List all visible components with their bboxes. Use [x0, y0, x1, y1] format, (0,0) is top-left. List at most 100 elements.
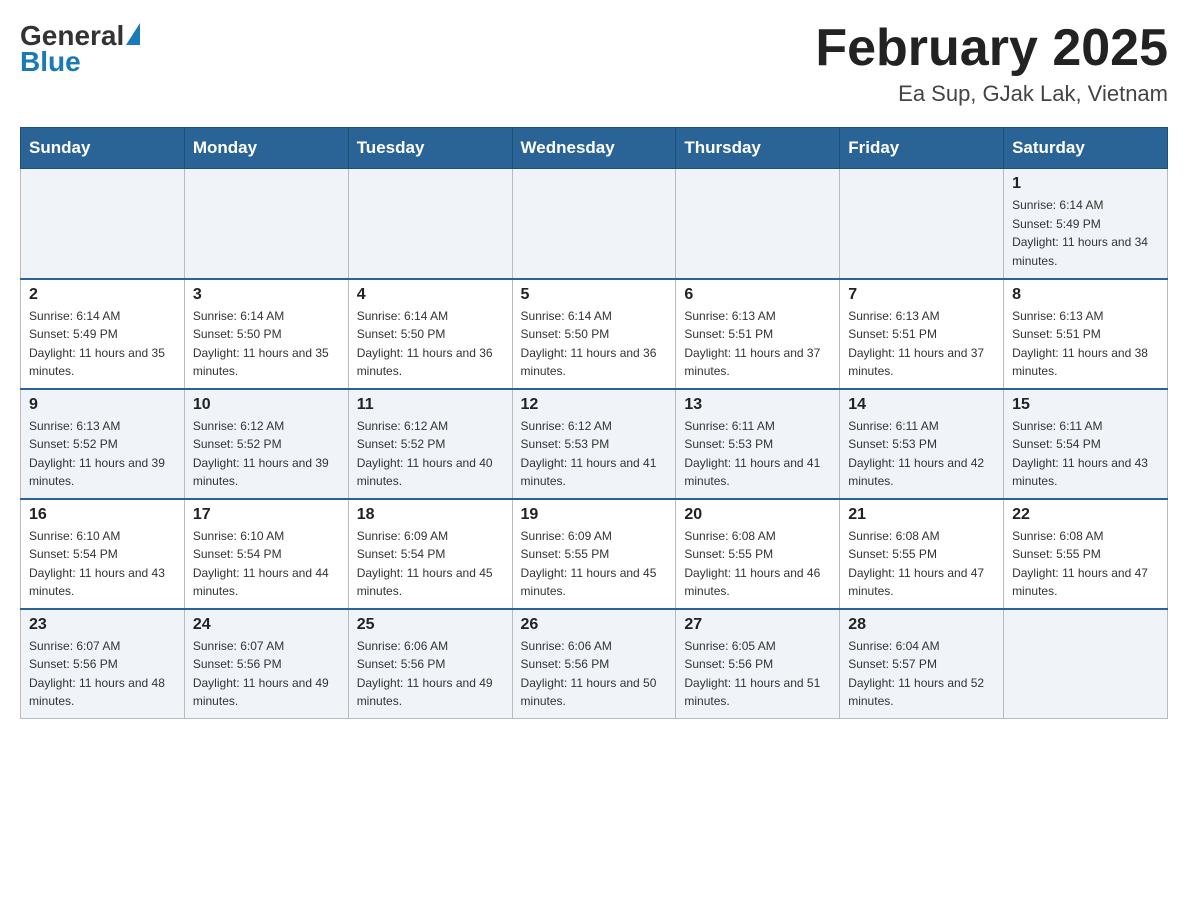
day-number: 28	[848, 616, 995, 634]
day-number: 14	[848, 396, 995, 414]
table-row	[348, 169, 512, 279]
day-number: 10	[193, 396, 340, 414]
day-info: Sunrise: 6:11 AM Sunset: 5:53 PM Dayligh…	[684, 417, 831, 491]
table-row	[184, 169, 348, 279]
header-saturday: Saturday	[1004, 128, 1168, 169]
day-info: Sunrise: 6:08 AM Sunset: 5:55 PM Dayligh…	[684, 527, 831, 601]
day-info: Sunrise: 6:14 AM Sunset: 5:49 PM Dayligh…	[1012, 196, 1159, 270]
table-row: 20 Sunrise: 6:08 AM Sunset: 5:55 PM Dayli…	[676, 499, 840, 609]
day-number: 4	[357, 286, 504, 304]
page-header: General Blue February 2025 Ea Sup, GJak …	[20, 20, 1168, 107]
day-number: 26	[521, 616, 668, 634]
day-info: Sunrise: 6:07 AM Sunset: 5:56 PM Dayligh…	[193, 637, 340, 711]
table-row	[21, 169, 185, 279]
day-number: 23	[29, 616, 176, 634]
table-row: 24Sunrise: 6:07 AM Sunset: 5:56 PM Dayli…	[184, 609, 348, 719]
table-row: 17 Sunrise: 6:10 AM Sunset: 5:54 PM Dayli…	[184, 499, 348, 609]
day-number: 18	[357, 506, 504, 524]
table-row: 18 Sunrise: 6:09 AM Sunset: 5:54 PM Dayli…	[348, 499, 512, 609]
calendar-table: Sunday Monday Tuesday Wednesday Thursday…	[20, 127, 1168, 719]
header-monday: Monday	[184, 128, 348, 169]
day-info: Sunrise: 6:06 AM Sunset: 5:56 PM Dayligh…	[357, 637, 504, 711]
day-info: Sunrise: 6:06 AM Sunset: 5:56 PM Dayligh…	[521, 637, 668, 711]
table-row: 16 Sunrise: 6:10 AM Sunset: 5:54 PM Dayli…	[21, 499, 185, 609]
day-info: Sunrise: 6:14 AM Sunset: 5:50 PM Dayligh…	[357, 307, 504, 381]
day-info: Sunrise: 6:13 AM Sunset: 5:51 PM Dayligh…	[848, 307, 995, 381]
day-number: 8	[1012, 286, 1159, 304]
table-row: 26 Sunrise: 6:06 AM Sunset: 5:56 PM Dayli…	[512, 609, 676, 719]
calendar-week-row: 2 Sunrise: 6:14 AM Sunset: 5:49 PM Daylig…	[21, 279, 1168, 389]
day-info: Sunrise: 6:13 AM Sunset: 5:51 PM Dayligh…	[684, 307, 831, 381]
table-row: 13 Sunrise: 6:11 AM Sunset: 5:53 PM Dayli…	[676, 389, 840, 499]
day-number: 6	[684, 286, 831, 304]
day-info: Sunrise: 6:12 AM Sunset: 5:52 PM Dayligh…	[193, 417, 340, 491]
table-row: 25Sunrise: 6:06 AM Sunset: 5:56 PM Dayli…	[348, 609, 512, 719]
calendar-week-row: 16 Sunrise: 6:10 AM Sunset: 5:54 PM Dayli…	[21, 499, 1168, 609]
day-number: 22	[1012, 506, 1159, 524]
table-row: 12Sunrise: 6:12 AM Sunset: 5:53 PM Dayli…	[512, 389, 676, 499]
day-info: Sunrise: 6:04 AM Sunset: 5:57 PM Dayligh…	[848, 637, 995, 711]
day-number: 27	[684, 616, 831, 634]
table-row: 9 Sunrise: 6:13 AM Sunset: 5:52 PM Daylig…	[21, 389, 185, 499]
logo: General Blue	[20, 20, 140, 78]
day-number: 19	[521, 506, 668, 524]
calendar-header-row: Sunday Monday Tuesday Wednesday Thursday…	[21, 128, 1168, 169]
day-number: 17	[193, 506, 340, 524]
day-info: Sunrise: 6:07 AM Sunset: 5:56 PM Dayligh…	[29, 637, 176, 711]
day-number: 21	[848, 506, 995, 524]
day-info: Sunrise: 6:13 AM Sunset: 5:51 PM Dayligh…	[1012, 307, 1159, 381]
day-number: 7	[848, 286, 995, 304]
day-number: 9	[29, 396, 176, 414]
calendar-week-row: 23 Sunrise: 6:07 AM Sunset: 5:56 PM Dayli…	[21, 609, 1168, 719]
day-info: Sunrise: 6:08 AM Sunset: 5:55 PM Dayligh…	[1012, 527, 1159, 601]
table-row: 22 Sunrise: 6:08 AM Sunset: 5:55 PM Dayli…	[1004, 499, 1168, 609]
table-row: 6 Sunrise: 6:13 AM Sunset: 5:51 PM Daylig…	[676, 279, 840, 389]
header-friday: Friday	[840, 128, 1004, 169]
table-row: 23 Sunrise: 6:07 AM Sunset: 5:56 PM Dayli…	[21, 609, 185, 719]
day-info: Sunrise: 6:09 AM Sunset: 5:55 PM Dayligh…	[521, 527, 668, 601]
day-number: 12	[521, 396, 668, 414]
day-info: Sunrise: 6:11 AM Sunset: 5:54 PM Dayligh…	[1012, 417, 1159, 491]
header-wednesday: Wednesday	[512, 128, 676, 169]
day-number: 16	[29, 506, 176, 524]
table-row: 8 Sunrise: 6:13 AM Sunset: 5:51 PM Daylig…	[1004, 279, 1168, 389]
table-row: 3 Sunrise: 6:14 AM Sunset: 5:50 PM Daylig…	[184, 279, 348, 389]
day-info: Sunrise: 6:13 AM Sunset: 5:52 PM Dayligh…	[29, 417, 176, 491]
day-number: 13	[684, 396, 831, 414]
day-info: Sunrise: 6:11 AM Sunset: 5:53 PM Dayligh…	[848, 417, 995, 491]
logo-triangle-icon	[126, 23, 140, 45]
table-row: 19 Sunrise: 6:09 AM Sunset: 5:55 PM Dayli…	[512, 499, 676, 609]
header-sunday: Sunday	[21, 128, 185, 169]
day-number: 5	[521, 286, 668, 304]
table-row	[1004, 609, 1168, 719]
table-row: 4 Sunrise: 6:14 AM Sunset: 5:50 PM Daylig…	[348, 279, 512, 389]
day-info: Sunrise: 6:12 AM Sunset: 5:52 PM Dayligh…	[357, 417, 504, 491]
header-tuesday: Tuesday	[348, 128, 512, 169]
day-info: Sunrise: 6:10 AM Sunset: 5:54 PM Dayligh…	[29, 527, 176, 601]
location-subtitle: Ea Sup, GJak Lak, Vietnam	[815, 81, 1168, 107]
day-number: 3	[193, 286, 340, 304]
day-info: Sunrise: 6:05 AM Sunset: 5:56 PM Dayligh…	[684, 637, 831, 711]
table-row	[840, 169, 1004, 279]
calendar-week-row: 9 Sunrise: 6:13 AM Sunset: 5:52 PM Daylig…	[21, 389, 1168, 499]
table-row: 5Sunrise: 6:14 AM Sunset: 5:50 PM Daylig…	[512, 279, 676, 389]
day-number: 1	[1012, 175, 1159, 193]
day-info: Sunrise: 6:14 AM Sunset: 5:50 PM Dayligh…	[193, 307, 340, 381]
day-number: 11	[357, 396, 504, 414]
title-block: February 2025 Ea Sup, GJak Lak, Vietnam	[815, 20, 1168, 107]
day-info: Sunrise: 6:09 AM Sunset: 5:54 PM Dayligh…	[357, 527, 504, 601]
header-thursday: Thursday	[676, 128, 840, 169]
month-title: February 2025	[815, 20, 1168, 77]
table-row: 2 Sunrise: 6:14 AM Sunset: 5:49 PM Daylig…	[21, 279, 185, 389]
day-number: 2	[29, 286, 176, 304]
table-row: 27 Sunrise: 6:05 AM Sunset: 5:56 PM Dayli…	[676, 609, 840, 719]
table-row	[512, 169, 676, 279]
table-row	[676, 169, 840, 279]
day-info: Sunrise: 6:14 AM Sunset: 5:49 PM Dayligh…	[29, 307, 176, 381]
day-info: Sunrise: 6:10 AM Sunset: 5:54 PM Dayligh…	[193, 527, 340, 601]
calendar-week-row: 1 Sunrise: 6:14 AM Sunset: 5:49 PM Daylig…	[21, 169, 1168, 279]
table-row: 1 Sunrise: 6:14 AM Sunset: 5:49 PM Daylig…	[1004, 169, 1168, 279]
table-row: 11 Sunrise: 6:12 AM Sunset: 5:52 PM Dayli…	[348, 389, 512, 499]
day-number: 20	[684, 506, 831, 524]
table-row: 14 Sunrise: 6:11 AM Sunset: 5:53 PM Dayli…	[840, 389, 1004, 499]
